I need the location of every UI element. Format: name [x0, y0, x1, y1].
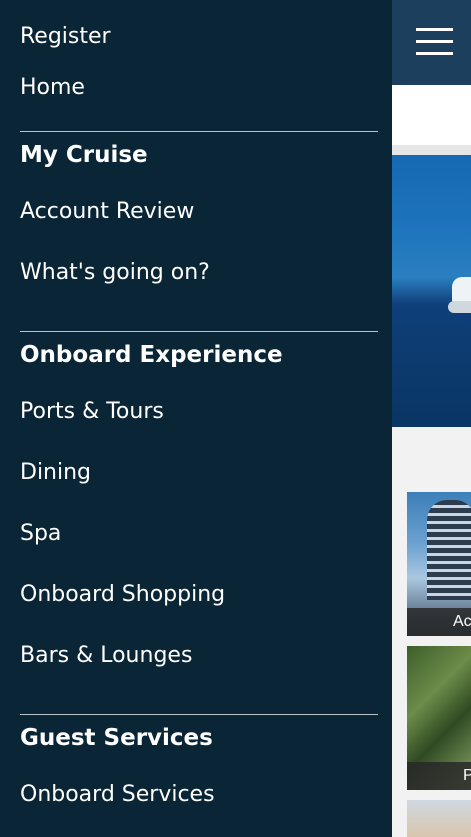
section-heading-onboard-experience: Onboard Experience	[20, 342, 283, 368]
tile-caption: P	[407, 762, 471, 790]
nav-item-spa[interactable]: Spa	[20, 520, 61, 548]
app-content-bar	[392, 85, 471, 145]
content-tile[interactable]: P	[407, 646, 471, 790]
nav-item-onboard-shopping[interactable]: Onboard Shopping	[20, 581, 225, 609]
hamburger-menu-icon[interactable]	[416, 28, 453, 56]
nav-item-whats-going-on[interactable]: What's going on?	[20, 259, 210, 287]
hero-image	[392, 155, 471, 427]
divider	[20, 131, 378, 132]
divider	[20, 331, 378, 332]
nav-item-dining[interactable]: Dining	[20, 459, 91, 487]
navigation-drawer: Register Home My Cruise Account Review W…	[0, 0, 392, 837]
nav-item-bars-lounges[interactable]: Bars & Lounges	[20, 642, 192, 670]
content-tile[interactable]: Ac	[407, 492, 471, 636]
background-app: Ac P	[392, 0, 471, 837]
nav-item-register[interactable]: Register	[20, 23, 111, 51]
tile-image	[427, 500, 471, 600]
nav-item-onboard-services[interactable]: Onboard Services	[20, 781, 215, 809]
ship-hull-image	[448, 301, 471, 313]
app-header	[392, 0, 471, 85]
nav-item-ports-tours[interactable]: Ports & Tours	[20, 398, 164, 426]
section-heading-guest-services: Guest Services	[20, 725, 213, 751]
nav-item-home[interactable]: Home	[20, 74, 85, 102]
content-tile[interactable]	[407, 800, 471, 837]
tile-caption: Ac	[407, 608, 471, 636]
divider	[20, 714, 378, 715]
section-heading-my-cruise: My Cruise	[20, 142, 148, 168]
app-separator	[392, 145, 471, 155]
nav-item-account-review[interactable]: Account Review	[20, 198, 194, 226]
